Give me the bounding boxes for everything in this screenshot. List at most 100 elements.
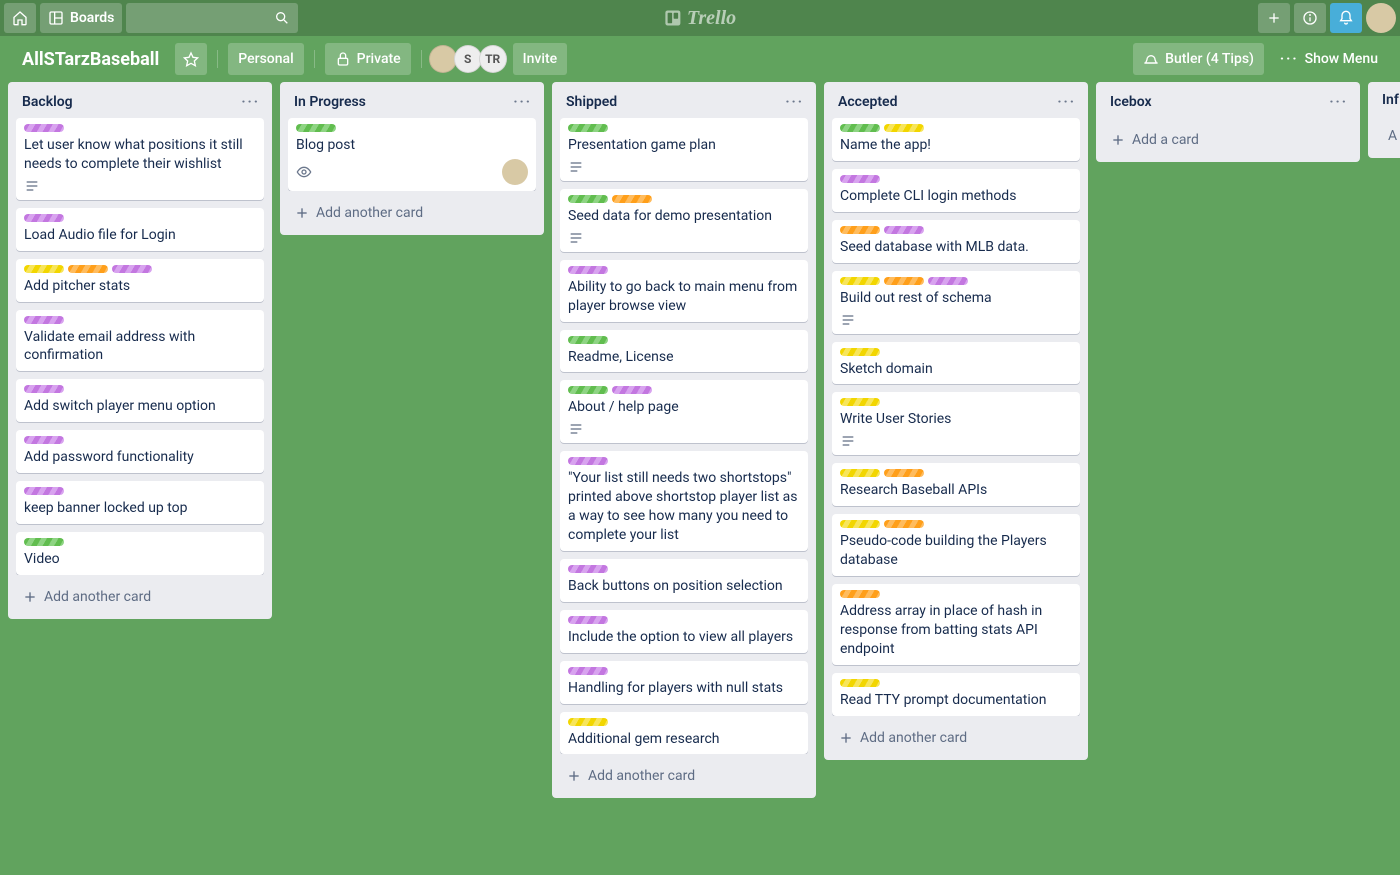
app-logo[interactable]: Trello xyxy=(664,7,736,30)
label-purple[interactable] xyxy=(568,616,608,624)
card[interactable]: Sketch domain xyxy=(832,342,1080,385)
card[interactable]: Seed data for demo presentation xyxy=(560,189,808,252)
card[interactable]: Write User Stories xyxy=(832,392,1080,455)
card[interactable]: Let user know what positions it still ne… xyxy=(16,118,264,200)
list-menu-button[interactable]: ··· xyxy=(1327,92,1350,112)
add-card-button[interactable]: Add another card xyxy=(832,724,1080,752)
add-card-button[interactable]: Add a card xyxy=(1104,126,1352,154)
card[interactable]: Readme, License xyxy=(560,330,808,373)
list-title[interactable]: In Progress xyxy=(294,94,366,110)
label-orange[interactable] xyxy=(68,265,108,273)
card[interactable]: Complete CLI login methods xyxy=(832,169,1080,212)
label-purple[interactable] xyxy=(24,214,64,222)
card[interactable]: Video xyxy=(16,532,264,575)
card[interactable]: "Your list still needs two shortstops" p… xyxy=(560,451,808,551)
label-purple[interactable] xyxy=(24,487,64,495)
star-button[interactable] xyxy=(175,43,207,75)
card[interactable]: Add pitcher stats xyxy=(16,259,264,302)
add-card-button[interactable]: Add another card xyxy=(288,199,536,227)
card[interactable]: Ability to go back to main menu from pla… xyxy=(560,260,808,322)
card[interactable]: Back buttons on position selection xyxy=(560,559,808,602)
list-title[interactable]: Icebox xyxy=(1110,94,1152,110)
label-purple[interactable] xyxy=(24,385,64,393)
label-yellow[interactable] xyxy=(568,718,608,726)
label-yellow[interactable] xyxy=(24,265,64,273)
card[interactable]: About / help page xyxy=(560,380,808,443)
label-purple[interactable] xyxy=(24,124,64,132)
add-card-button[interactable]: Add another card xyxy=(560,762,808,790)
list-menu-button[interactable]: ··· xyxy=(1055,92,1078,112)
card[interactable]: Pseudo-code building the Players databas… xyxy=(832,514,1080,576)
label-green[interactable] xyxy=(296,124,336,132)
add-card-button[interactable]: Add another card xyxy=(16,583,264,611)
card[interactable]: Validate email address with confirmation xyxy=(16,310,264,372)
label-green[interactable] xyxy=(568,124,608,132)
list-menu-button[interactable]: ··· xyxy=(239,92,262,112)
label-yellow[interactable] xyxy=(840,469,880,477)
boards-button[interactable]: Boards xyxy=(40,3,122,33)
label-yellow[interactable] xyxy=(840,348,880,356)
invite-button[interactable]: Invite xyxy=(513,43,567,75)
notifications-button[interactable] xyxy=(1330,3,1362,33)
card[interactable]: Seed database with MLB data. xyxy=(832,220,1080,263)
card[interactable]: Include the option to view all players xyxy=(560,610,808,653)
label-yellow[interactable] xyxy=(840,398,880,406)
info-button[interactable] xyxy=(1294,3,1326,33)
list-title[interactable]: Backlog xyxy=(22,94,73,110)
label-green[interactable] xyxy=(24,538,64,546)
butler-button[interactable]: Butler (4 Tips) xyxy=(1133,43,1264,75)
member-avatar[interactable] xyxy=(429,45,457,73)
member-avatar[interactable]: S xyxy=(454,45,482,73)
label-purple[interactable] xyxy=(840,175,880,183)
visibility-button[interactable]: Private xyxy=(325,43,411,75)
board-title[interactable]: AllSTarzBaseball xyxy=(12,49,169,70)
label-purple[interactable] xyxy=(568,565,608,573)
show-menu-button[interactable]: ··· Show Menu xyxy=(1270,43,1388,75)
label-yellow[interactable] xyxy=(840,277,880,285)
list-title[interactable]: Shipped xyxy=(566,94,617,110)
label-yellow[interactable] xyxy=(884,124,924,132)
list-menu-button[interactable]: ··· xyxy=(783,92,806,112)
card[interactable]: Blog post xyxy=(288,118,536,191)
list-title[interactable]: Inf xyxy=(1382,92,1399,108)
search-input[interactable] xyxy=(126,3,298,33)
label-green[interactable] xyxy=(840,124,880,132)
user-avatar[interactable] xyxy=(1366,3,1396,33)
label-green[interactable] xyxy=(568,386,608,394)
list-menu-button[interactable]: ··· xyxy=(511,92,534,112)
card[interactable]: Address array in place of hash in respon… xyxy=(832,584,1080,665)
card[interactable]: Add switch player menu option xyxy=(16,379,264,422)
board-canvas[interactable]: Backlog ··· Let user know what positions i… xyxy=(0,82,1400,875)
label-yellow[interactable] xyxy=(840,679,880,687)
label-orange[interactable] xyxy=(612,195,652,203)
label-purple[interactable] xyxy=(568,667,608,675)
label-orange[interactable] xyxy=(884,469,924,477)
label-orange[interactable] xyxy=(884,520,924,528)
label-orange[interactable] xyxy=(840,226,880,234)
label-purple[interactable] xyxy=(24,316,64,324)
card[interactable]: Handling for players with null stats xyxy=(560,661,808,704)
home-button[interactable] xyxy=(4,3,36,33)
personal-button[interactable]: Personal xyxy=(228,43,303,75)
label-orange[interactable] xyxy=(884,277,924,285)
label-purple[interactable] xyxy=(112,265,152,273)
card[interactable]: Load Audio file for Login xyxy=(16,208,264,251)
label-purple[interactable] xyxy=(568,457,608,465)
label-yellow[interactable] xyxy=(840,520,880,528)
label-purple[interactable] xyxy=(928,277,968,285)
card[interactable]: Name the app! xyxy=(832,118,1080,161)
list-title[interactable]: Accepted xyxy=(838,94,897,110)
label-green[interactable] xyxy=(568,336,608,344)
label-purple[interactable] xyxy=(884,226,924,234)
card[interactable]: Additional gem research xyxy=(560,712,808,755)
member-avatar[interactable]: TR xyxy=(479,45,507,73)
card[interactable]: Read TTY prompt documentation xyxy=(832,673,1080,716)
card-member-avatar[interactable] xyxy=(502,159,528,185)
card[interactable]: Add password functionality xyxy=(16,430,264,473)
add-card-button[interactable]: A xyxy=(1376,122,1400,150)
label-purple[interactable] xyxy=(568,266,608,274)
label-purple[interactable] xyxy=(24,436,64,444)
card[interactable]: Presentation game plan xyxy=(560,118,808,181)
add-button[interactable] xyxy=(1258,3,1290,33)
label-green[interactable] xyxy=(568,195,608,203)
